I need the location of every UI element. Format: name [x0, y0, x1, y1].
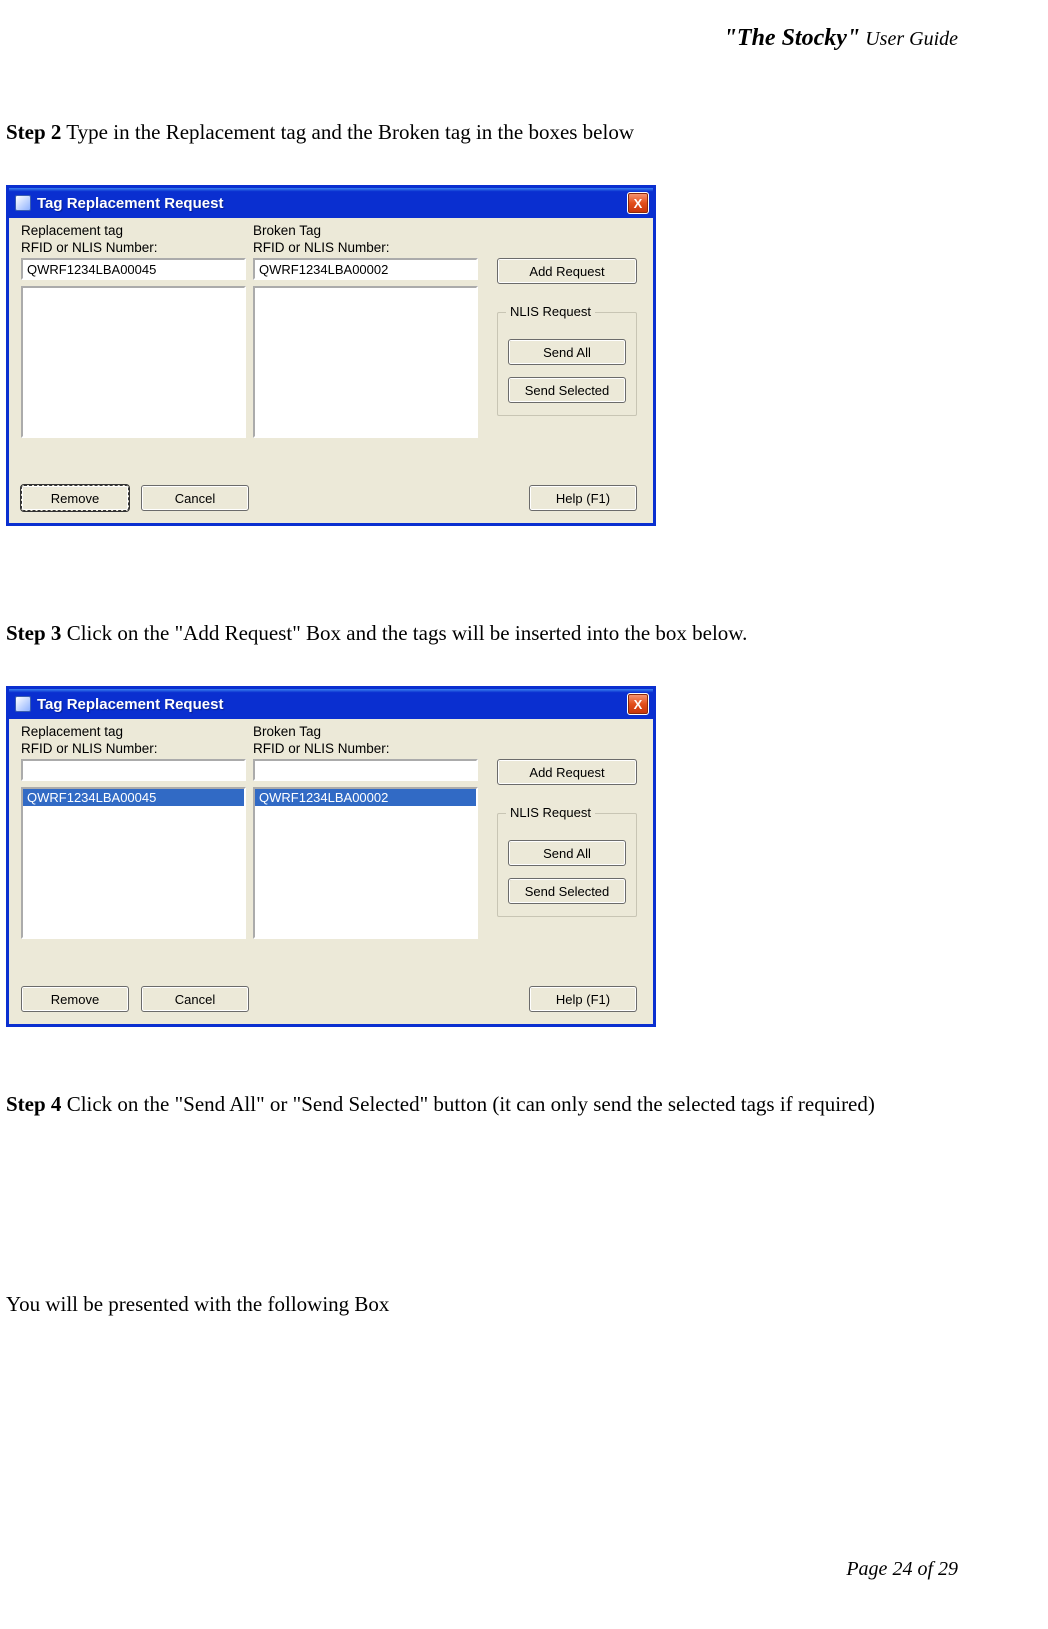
step-3-line: Step 3 Click on the "Add Request" Box an…	[6, 621, 1048, 646]
bottom-button-row: Remove Cancel Help (F1)	[21, 986, 637, 1012]
page-footer: Page 24 of 29	[846, 1558, 958, 1581]
right-button-column: Add Request NLIS Request Send All Send S…	[497, 759, 637, 917]
broken-input[interactable]	[253, 759, 478, 781]
step-2-line: Step 2 Type in the Replacement tag and t…	[6, 120, 1048, 145]
window-title: Tag Replacement Request	[37, 696, 621, 713]
remove-button[interactable]: Remove	[21, 986, 129, 1012]
dialog-body: Replacement tag RFID or NLIS Number: Bro…	[9, 218, 653, 523]
broken-group: Broken Tag RFID or NLIS Number:	[253, 222, 478, 438]
right-button-column: Add Request NLIS Request Send All Send S…	[497, 258, 637, 416]
help-button[interactable]: Help (F1)	[529, 485, 637, 511]
broken-label-1: Broken Tag	[253, 723, 478, 740]
send-selected-button[interactable]: Send Selected	[508, 878, 626, 904]
nlis-request-group: NLIS Request Send All Send Selected	[497, 813, 637, 917]
replacement-group: Replacement tag RFID or NLIS Number:	[21, 222, 246, 438]
nlis-request-group: NLIS Request Send All Send Selected	[497, 312, 637, 416]
broken-group: Broken Tag RFID or NLIS Number: QWRF1234…	[253, 723, 478, 939]
brand-name: "The Stocky"	[724, 25, 861, 51]
nlis-legend: NLIS Request	[506, 805, 595, 820]
dialog-body: Replacement tag RFID or NLIS Number: QWR…	[9, 719, 653, 1024]
cancel-button[interactable]: Cancel	[141, 986, 249, 1012]
help-button[interactable]: Help (F1)	[529, 986, 637, 1012]
send-selected-button[interactable]: Send Selected	[508, 377, 626, 403]
send-all-button[interactable]: Send All	[508, 339, 626, 365]
step-4-label: Step 4	[6, 1092, 61, 1116]
broken-label-1: Broken Tag	[253, 222, 478, 239]
final-line: You will be presented with the following…	[6, 1292, 1048, 1317]
replacement-label-1: Replacement tag	[21, 723, 246, 740]
replacement-input[interactable]	[21, 759, 246, 781]
dialog-window-2: Tag Replacement Request X Replacement ta…	[6, 686, 656, 1027]
broken-listbox[interactable]	[253, 286, 478, 438]
close-icon[interactable]: X	[627, 192, 649, 214]
window-title: Tag Replacement Request	[37, 195, 621, 212]
replacement-label-2: RFID or NLIS Number:	[21, 239, 246, 256]
remove-button[interactable]: Remove	[21, 485, 129, 511]
close-icon[interactable]: X	[627, 693, 649, 715]
titlebar[interactable]: Tag Replacement Request X	[9, 689, 653, 719]
step-2-text: Type in the Replacement tag and the Brok…	[61, 120, 634, 144]
replacement-input[interactable]	[21, 258, 246, 280]
step-3-text: Click on the "Add Request" Box and the t…	[61, 621, 747, 645]
header-subtitle: User Guide	[860, 28, 958, 50]
replacement-label-1: Replacement tag	[21, 222, 246, 239]
bottom-button-row: Remove Cancel Help (F1)	[21, 485, 637, 511]
step-3-label: Step 3	[6, 621, 61, 645]
step-4-line: Step 4 Click on the "Send All" or "Send …	[6, 1092, 1048, 1117]
replacement-label-2: RFID or NLIS Number:	[21, 740, 246, 757]
titlebar[interactable]: Tag Replacement Request X	[9, 188, 653, 218]
nlis-legend: NLIS Request	[506, 304, 595, 319]
list-item[interactable]: QWRF1234LBA00002	[255, 789, 476, 806]
broken-label-2: RFID or NLIS Number:	[253, 740, 478, 757]
broken-input[interactable]	[253, 258, 478, 280]
app-icon	[15, 195, 31, 211]
broken-label-2: RFID or NLIS Number:	[253, 239, 478, 256]
step-2-label: Step 2	[6, 120, 61, 144]
send-all-button[interactable]: Send All	[508, 840, 626, 866]
replacement-listbox[interactable]	[21, 286, 246, 438]
add-request-button[interactable]: Add Request	[497, 759, 637, 785]
replacement-group: Replacement tag RFID or NLIS Number: QWR…	[21, 723, 246, 939]
page-header: "The Stocky" User Guide	[724, 25, 958, 52]
add-request-button[interactable]: Add Request	[497, 258, 637, 284]
list-item[interactable]: QWRF1234LBA00045	[23, 789, 244, 806]
cancel-button[interactable]: Cancel	[141, 485, 249, 511]
app-icon	[15, 696, 31, 712]
replacement-listbox[interactable]: QWRF1234LBA00045	[21, 787, 246, 939]
dialog-window-1: Tag Replacement Request X Replacement ta…	[6, 185, 656, 526]
step-4-text: Click on the "Send All" or "Send Selecte…	[61, 1092, 874, 1116]
broken-listbox[interactable]: QWRF1234LBA00002	[253, 787, 478, 939]
